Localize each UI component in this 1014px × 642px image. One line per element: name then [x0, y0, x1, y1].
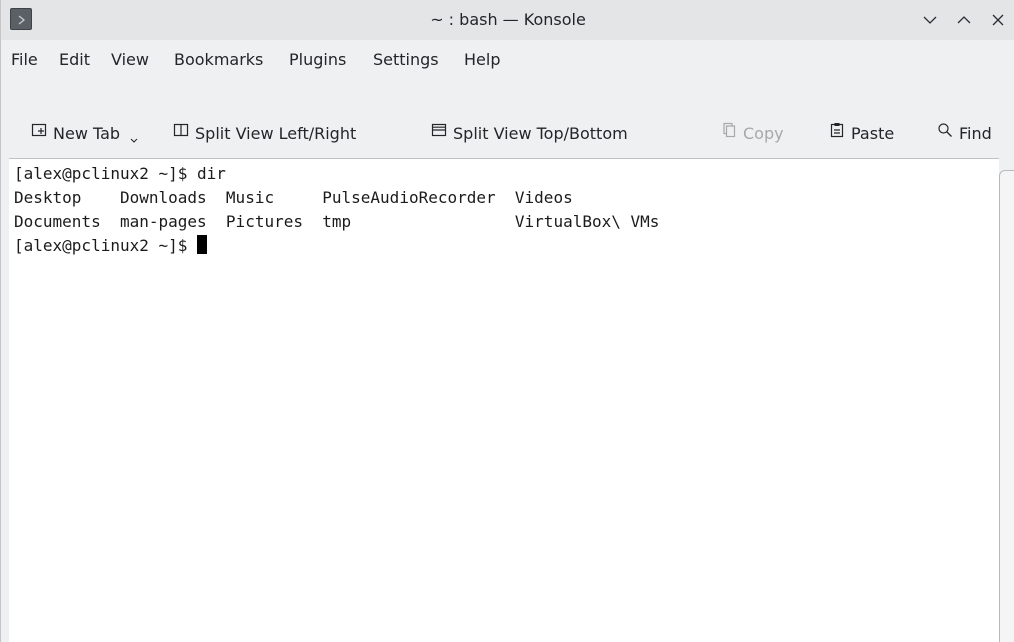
split-lr-label: Split View Left/Right: [195, 124, 357, 143]
menu-plugins[interactable]: Plugins: [287, 40, 348, 80]
paste-label: Paste: [851, 124, 895, 143]
terminal-line-output-1: Desktop Downloads Music PulseAudioRecord…: [14, 188, 573, 207]
split-view-left-right-button[interactable]: Split View Left/Right: [173, 116, 356, 152]
find-label: Find: [959, 124, 992, 143]
split-tb-label: Split View Top/Bottom: [453, 124, 628, 143]
maximize-button[interactable]: [952, 8, 976, 32]
terminal-line-prompt: [alex@pclinux2 ~]$: [14, 234, 208, 258]
menu-file[interactable]: File: [9, 40, 40, 80]
terminal-line-command: [alex@pclinux2 ~]$ dir: [14, 164, 226, 183]
new-tab-button[interactable]: New Tab: [31, 116, 120, 152]
menu-view[interactable]: View: [109, 40, 151, 80]
new-tab-label: New Tab: [53, 124, 121, 143]
terminal-scrollbar[interactable]: [999, 170, 1014, 642]
menu-help[interactable]: Help: [462, 40, 502, 80]
paste-icon: [829, 115, 845, 151]
new-tab-icon: [31, 115, 47, 151]
menu-bar: File Edit View Bookmarks Plugins Setting…: [1, 40, 1014, 80]
split-horizontal-icon: [431, 115, 447, 151]
split-vertical-icon: [173, 115, 189, 151]
close-button[interactable]: [986, 8, 1010, 32]
konsole-window: ~ : bash — Konsole File Edit View Bookma…: [0, 0, 1014, 642]
main-toolbar: New Tab Split View Left/Right Split View…: [1, 80, 1014, 158]
menu-edit[interactable]: Edit: [57, 40, 92, 80]
terminal-view[interactable]: [alex@pclinux2 ~]$ dir Desktop Downloads…: [9, 158, 999, 642]
terminal-line-output-2: Documents man-pages Pictures tmp Virtual…: [14, 212, 660, 231]
menu-bookmarks[interactable]: Bookmarks: [172, 40, 265, 80]
window-title: ~ : bash — Konsole: [430, 10, 586, 29]
find-button[interactable]: Find: [937, 116, 992, 152]
paste-button[interactable]: Paste: [829, 116, 894, 152]
menu-settings[interactable]: Settings: [371, 40, 441, 80]
copy-label: Copy: [743, 124, 784, 143]
prompt-text: [alex@pclinux2 ~]$: [14, 236, 198, 255]
title-bar[interactable]: ~ : bash — Konsole: [1, 0, 1014, 40]
copy-button[interactable]: Copy: [721, 116, 784, 152]
text-cursor: [197, 235, 208, 254]
copy-icon: [721, 115, 737, 151]
split-view-top-bottom-button[interactable]: Split View Top/Bottom: [431, 116, 628, 152]
new-tab-menu-arrow-icon[interactable]: [130, 138, 138, 144]
minimize-button[interactable]: [918, 8, 942, 32]
search-icon: [937, 115, 953, 151]
